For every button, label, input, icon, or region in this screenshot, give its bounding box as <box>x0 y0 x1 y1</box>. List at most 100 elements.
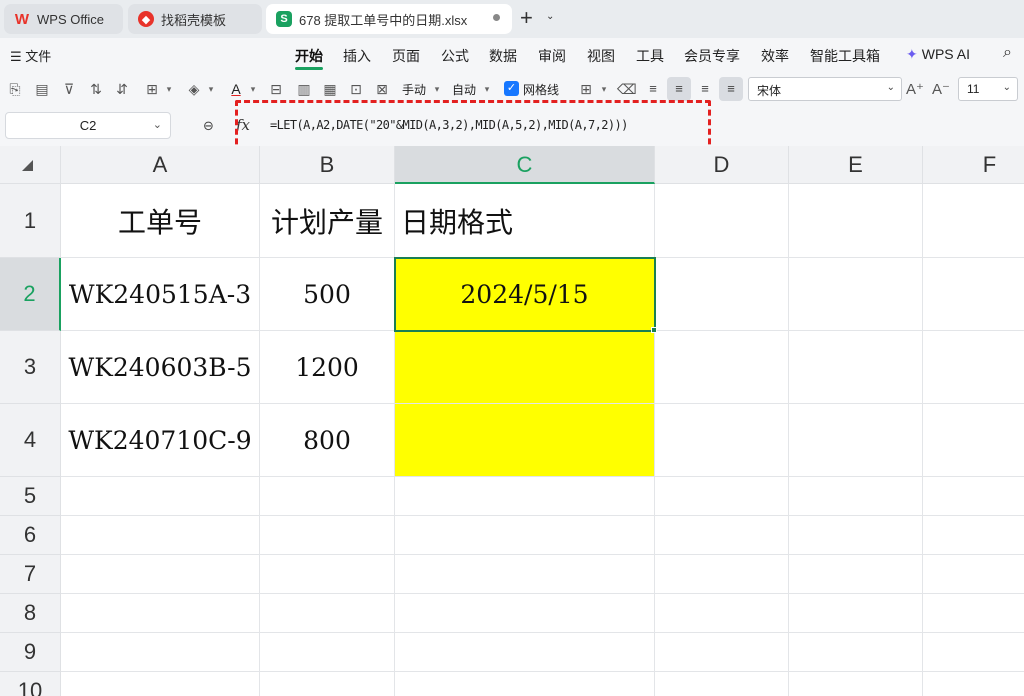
cell-e6[interactable] <box>789 516 923 555</box>
freeze-panes-icon[interactable]: ⊞ <box>577 80 595 98</box>
sort-descending-icon[interactable]: ⇵ <box>113 80 131 98</box>
cell-e3[interactable] <box>789 331 923 404</box>
row-header-7[interactable]: 7 <box>0 555 61 594</box>
cell-c6[interactable] <box>395 516 655 555</box>
cell-a8[interactable] <box>61 594 260 633</box>
cell-a9[interactable] <box>61 633 260 672</box>
cell-e9[interactable] <box>789 633 923 672</box>
menu-page[interactable]: 页面 <box>392 46 420 66</box>
cell-a6[interactable] <box>61 516 260 555</box>
cell-c1[interactable]: 日期格式 <box>395 184 655 258</box>
clipboard-icon[interactable]: ▤ <box>33 80 51 98</box>
sort-ascending-icon[interactable]: ⇅ <box>87 80 105 98</box>
fill-color-chevron-icon[interactable]: ▾ <box>202 80 220 98</box>
cell-c2[interactable]: 2024/5/15 <box>395 258 655 331</box>
cell-a1[interactable]: 工单号 <box>61 184 260 258</box>
cell-c9[interactable] <box>395 633 655 672</box>
borders-icon[interactable]: ⊞ <box>143 80 161 98</box>
fill-handle[interactable] <box>651 327 657 333</box>
column-header-b[interactable]: B <box>260 146 395 184</box>
cell-b9[interactable] <box>260 633 395 672</box>
cell-e10[interactable] <box>789 672 923 696</box>
name-box[interactable]: C2 ⌄ <box>5 112 171 139</box>
column-header-d[interactable]: D <box>655 146 789 184</box>
cell-f8[interactable] <box>923 594 1024 633</box>
tab-list-chevron-icon[interactable]: ⌄ <box>546 11 554 22</box>
cell-b7[interactable] <box>260 555 395 594</box>
cell-d3[interactable] <box>655 331 789 404</box>
cell-a10[interactable] <box>61 672 260 696</box>
split-icon[interactable]: ⊠ <box>373 80 391 98</box>
cell-a4[interactable]: WK240710C-9 <box>61 404 260 477</box>
row-header-2[interactable]: 2 <box>0 258 61 331</box>
cell-b1[interactable]: 计划产量 <box>260 184 395 258</box>
decrease-font-icon[interactable]: A⁻ <box>932 81 950 99</box>
menu-insert[interactable]: 插入 <box>343 46 371 66</box>
menu-review[interactable]: 审阅 <box>538 46 566 66</box>
cell-f1[interactable] <box>923 184 1024 258</box>
wps-ai-button[interactable]: ✦ WPS AI <box>906 46 970 63</box>
cell-b8[interactable] <box>260 594 395 633</box>
cell-f5[interactable] <box>923 477 1024 516</box>
clear-format-icon[interactable]: ⌫ <box>617 80 637 98</box>
tab-templates[interactable]: ◆ 找稻壳模板 <box>128 4 262 34</box>
row-header-4[interactable]: 4 <box>0 404 61 477</box>
align-center-button[interactable]: ≡ <box>667 77 691 101</box>
tab-current-file[interactable]: S 678 提取工单号中的日期.xlsx <box>266 4 512 34</box>
row-header-1[interactable]: 1 <box>0 184 61 258</box>
tab-wps-office[interactable]: W WPS Office <box>4 4 123 34</box>
menu-formula[interactable]: 公式 <box>441 46 469 66</box>
cell-e4[interactable] <box>789 404 923 477</box>
gridlines-checkbox[interactable]: ✓ <box>504 81 519 96</box>
row-header-8[interactable]: 8 <box>0 594 61 633</box>
column-header-e[interactable]: E <box>789 146 923 184</box>
cell-b3[interactable]: 1200 <box>260 331 395 404</box>
cell-c7[interactable] <box>395 555 655 594</box>
cell-c3[interactable] <box>395 331 655 404</box>
cell-a2[interactable]: WK240515A-3 <box>61 258 260 331</box>
merge-icon[interactable]: ⊡ <box>347 80 365 98</box>
cell-b10[interactable] <box>260 672 395 696</box>
freeze-chevron-icon[interactable]: ▾ <box>595 80 613 98</box>
cell-c10[interactable] <box>395 672 655 696</box>
unsaved-dot-icon[interactable] <box>493 14 500 21</box>
column-header-c[interactable]: C <box>395 146 655 184</box>
formula-input[interactable]: =LET(A,A2,DATE("20"&MID(A,3,2),MID(A,5,2… <box>270 118 628 132</box>
select-all-corner[interactable] <box>0 146 61 184</box>
cell-d1[interactable] <box>655 184 789 258</box>
cell-d4[interactable] <box>655 404 789 477</box>
cell-c5[interactable] <box>395 477 655 516</box>
cell-b4[interactable]: 800 <box>260 404 395 477</box>
search-icon[interactable]: ⌕ <box>1003 44 1012 62</box>
manual-chevron-icon[interactable]: ▾ <box>428 80 446 98</box>
cell-f2[interactable] <box>923 258 1024 331</box>
format-cells-icon[interactable]: ⊟ <box>267 80 285 98</box>
row-header-6[interactable]: 6 <box>0 516 61 555</box>
cell-f4[interactable] <box>923 404 1024 477</box>
auto-chevron-icon[interactable]: ▾ <box>478 80 496 98</box>
menu-member[interactable]: 会员专享 <box>684 46 740 66</box>
filter-icon[interactable]: ⊽ <box>60 80 78 98</box>
cell-d6[interactable] <box>655 516 789 555</box>
align-justify-button[interactable]: ≡ <box>719 77 743 101</box>
font-size-select[interactable]: 11 ⌄ <box>958 77 1018 101</box>
row-header-5[interactable]: 5 <box>0 477 61 516</box>
column-header-f[interactable]: F <box>923 146 1024 184</box>
column-header-a[interactable]: A <box>61 146 260 184</box>
cell-d5[interactable] <box>655 477 789 516</box>
row-header-10[interactable]: 10 <box>0 672 61 696</box>
cell-d7[interactable] <box>655 555 789 594</box>
paste-icon[interactable]: ⎘ <box>6 80 24 98</box>
file-menu-button[interactable]: ☰ 文件 <box>10 46 51 65</box>
cell-d2[interactable] <box>655 258 789 331</box>
cell-a5[interactable] <box>61 477 260 516</box>
cell-d8[interactable] <box>655 594 789 633</box>
cell-c8[interactable] <box>395 594 655 633</box>
align-right-button[interactable]: ≡ <box>693 77 717 101</box>
fill-color-icon[interactable]: ◈ <box>185 80 203 98</box>
cell-a3[interactable]: WK240603B-5 <box>61 331 260 404</box>
align-left-button[interactable]: ≡ <box>641 77 665 101</box>
cell-b6[interactable] <box>260 516 395 555</box>
auto-calc-button[interactable]: 自动 <box>452 81 476 98</box>
cell-d9[interactable] <box>655 633 789 672</box>
